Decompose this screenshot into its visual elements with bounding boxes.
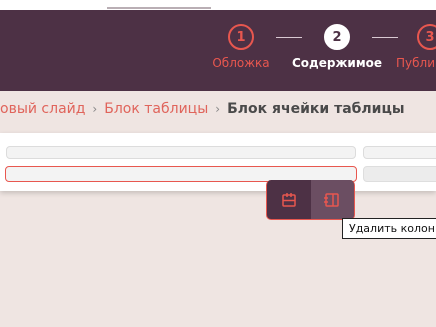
step-content[interactable]: 2 Содержимое [292,24,382,70]
tooltip: Удалить колонку [342,218,436,239]
delete-row-button[interactable] [267,180,311,219]
delete-column-button[interactable] [310,180,354,219]
step-label: Содержимое [292,56,383,70]
delete-column-icon [324,192,339,207]
wizard-header: 1 Обложка 2 Содержимое 3 Публи [0,10,436,91]
table-cell[interactable] [363,166,436,182]
step-label: Обложка [212,56,270,70]
step-label: Публи [396,56,435,70]
top-strip [0,0,436,10]
step-cover[interactable]: 1 Обложка [212,24,270,70]
table-cell[interactable] [6,146,356,159]
breadcrumb-item-slide[interactable]: овый слайд [0,101,85,117]
breadcrumb-separator: › [215,102,221,116]
step-number: 2 [324,24,350,50]
breadcrumb: овый слайд › Блок таблицы › Блок ячейки … [0,99,405,119]
step-publish[interactable]: 3 Публи [396,24,436,70]
table-editor-panel [0,133,436,191]
breadcrumb-current: Блок ячейки таблицы [227,101,405,117]
step-number: 1 [228,24,254,50]
cell-toolbar [266,180,355,220]
breadcrumb-separator: › [92,102,98,116]
step-number: 3 [417,24,436,50]
delete-row-icon [282,192,296,207]
table-cell[interactable] [363,146,436,159]
breadcrumb-item-table-block[interactable]: Блок таблицы [104,101,208,117]
top-strip-indicator [107,7,211,9]
